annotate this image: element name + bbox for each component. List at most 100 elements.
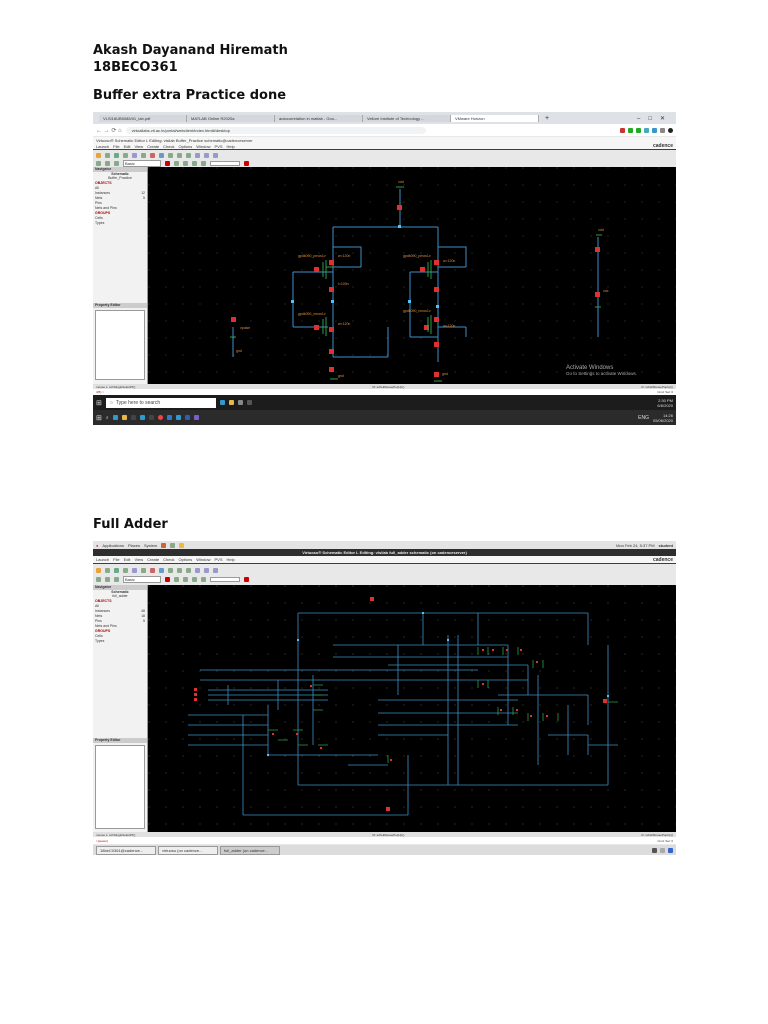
menu-help[interactable]: Help [227, 557, 235, 562]
menu-help[interactable]: Help [227, 144, 235, 149]
status-mouse-left: mouse L: schSingleSelectPt() [96, 832, 136, 837]
browser-tab-active[interactable]: VMware Horizon [451, 114, 539, 122]
extension-icons[interactable] [620, 127, 673, 133]
svg-text:w=120n: w=120n [443, 324, 455, 328]
redhat-icon: ● [96, 542, 99, 548]
search-field[interactable] [210, 160, 240, 166]
menu-check[interactable]: Check [163, 144, 174, 149]
buffer-screenshot: VLSI18UB5085/01_lab.pdf MATLAB Online R2… [93, 112, 676, 425]
property-editor-header: Property Editor [93, 738, 147, 743]
filter-combo[interactable]: Basic [123, 576, 161, 583]
window-title: Virtuoso® Schematic Editor L Editing: vl… [93, 549, 676, 556]
taskbar-search[interactable]: ○ Type here to search [105, 397, 216, 408]
menu-check[interactable]: Check [163, 557, 174, 562]
windows-start-icon[interactable]: ⊞ [96, 399, 102, 407]
menu-places[interactable]: Places [128, 543, 140, 548]
user-name[interactable]: student [659, 543, 673, 548]
menu-applications[interactable]: Applications [102, 543, 124, 548]
menu-pvs[interactable]: PVS [214, 144, 222, 149]
svg-text:gnd: gnd [338, 374, 344, 378]
browser-tab[interactable]: autocorrelation in matlab - Goo... [275, 114, 363, 122]
svg-text:gnd: gnd [236, 349, 242, 353]
menu-view[interactable]: View [134, 144, 143, 149]
taskbar-window-virtuoso[interactable]: virtuoso (on cadence... [158, 845, 218, 855]
menu-edit[interactable]: Edit [124, 144, 131, 149]
section-title-full-adder: Full Adder [93, 517, 168, 532]
clock-2[interactable]: 14:26 05/06/2020 [653, 413, 673, 423]
svg-text:gpdk090_nmos1v: gpdk090_nmos1v [403, 309, 431, 313]
svg-text:gnd: gnd [442, 372, 448, 376]
cmd-status: Cmd: Sel: 0 [657, 390, 673, 394]
menu-file[interactable]: File [113, 144, 119, 149]
svg-text:w=120n: w=120n [338, 254, 350, 258]
svg-text:vpulse: vpulse [240, 326, 250, 330]
menu-options[interactable]: Options [178, 557, 192, 562]
svg-text:vdd: vdd [398, 180, 404, 184]
cmd-prompt[interactable]: 4(5) > [96, 390, 104, 394]
status-mouse-right: R: schHiMousePopUp() [641, 832, 673, 837]
nav-item[interactable]: Types [93, 221, 147, 226]
clock-1[interactable]: 2:30 PM 6/6/2020 [657, 398, 673, 408]
toolbar-secondary[interactable]: Basic [93, 159, 676, 167]
menu-window[interactable]: Window [196, 144, 210, 149]
browser-tab[interactable]: VLSI18UB5085/01_lab.pdf [99, 114, 187, 122]
svg-text:vdc: vdc [603, 289, 609, 293]
status-mouse-middle: M: schHiMousePopUp() [372, 384, 405, 389]
taskbar-window-terminal[interactable]: 18beC0361@cadence... [96, 845, 156, 855]
browser-tab[interactable]: MATLAB Online R2020a [187, 114, 275, 122]
svg-text:w=120n: w=120n [338, 322, 350, 326]
roll-number: 18BECO361 [93, 60, 178, 75]
system-clock[interactable]: Mon Feb 24, 5:37 PM [616, 543, 654, 548]
menu-file[interactable]: File [113, 557, 119, 562]
full-adder-screenshot: ● Applications Places System Mon Feb 24, 5… [93, 541, 676, 855]
property-editor-header: Property Editor [93, 303, 147, 308]
nav-buttons-icon[interactable]: ← → ⟳ ⌂ [96, 127, 122, 134]
menu-launch[interactable]: Launch [96, 144, 109, 149]
property-editor-box[interactable] [95, 745, 145, 829]
author-name: Akash Dayanand Hiremath [93, 43, 288, 58]
property-editor-box[interactable] [95, 310, 145, 380]
menu-edit[interactable]: Edit [124, 557, 131, 562]
window-controls[interactable]: –□✕ [637, 115, 673, 122]
svg-text:gpdk090_pmos1v: gpdk090_pmos1v [403, 254, 431, 258]
menu-window[interactable]: Window [196, 557, 210, 562]
menu-create[interactable]: Create [147, 144, 159, 149]
activate-windows-watermark: Activate Windows Go to Settings to activa… [566, 365, 638, 376]
status-mouse-left: mouse L: schSingleSelectPt() [96, 384, 136, 389]
menu-view[interactable]: View [134, 557, 143, 562]
language-indicator[interactable]: ENG [638, 415, 649, 421]
schematic-canvas[interactable]: gpdk090_pmos1v w=120n l=100n gpdk090_pmos1… [148, 167, 676, 384]
schematic-canvas[interactable] [148, 585, 676, 832]
status-mouse-middle: M: schHiMousePopUp() [372, 832, 405, 837]
svg-text:l=100n: l=100n [338, 282, 349, 286]
cadence-logo: cadence [652, 556, 673, 563]
menu-launch[interactable]: Launch [96, 557, 109, 562]
toolbar-main[interactable] [93, 566, 676, 575]
menu-create[interactable]: Create [147, 557, 159, 562]
address-bar[interactable]: virtuallabs.vit.ac.in/portal/webclient/i… [125, 126, 426, 134]
menu-options[interactable]: Options [178, 144, 192, 149]
new-tab-icon[interactable]: + [545, 115, 549, 122]
navigator-panel: Navigator Schematic Buffer_Practice OBJE… [93, 167, 148, 384]
menu-pvs[interactable]: PVS [214, 557, 222, 562]
status-mouse-right: R: schHiMousePopUp() [641, 384, 673, 389]
browser-tab[interactable]: Vellore Institute of Technology ... [363, 114, 451, 122]
search-icon[interactable]: ⌕ [106, 415, 109, 421]
search-field[interactable] [210, 577, 240, 582]
taskbar-window-full-adder[interactable]: full_adder (on cadence... [220, 845, 280, 855]
filter-combo[interactable]: Basic [123, 159, 161, 167]
navigator-panel: Navigator Schematic full_adder OBJECTS A… [93, 585, 148, 832]
svg-text:gpdk090_pmos1v: gpdk090_pmos1v [298, 254, 326, 258]
svg-text:w=120n: w=120n [443, 259, 455, 263]
windows-start-icon-host[interactable]: ⊞ [96, 414, 102, 422]
menu-system[interactable]: System [144, 543, 157, 548]
cmd-status: Cmd: Sel: 0 [657, 838, 673, 843]
svg-text:vdd: vdd [598, 228, 604, 232]
toolbar-main[interactable] [93, 151, 676, 159]
section-title-buffer: Buffer extra Practice done [93, 88, 287, 103]
cmd-prompt[interactable]: >(power) [96, 839, 108, 843]
toolbar-secondary[interactable]: Basic [93, 575, 676, 584]
nav-item[interactable]: Types [93, 639, 147, 644]
svg-text:gpdk090_nmos1v: gpdk090_nmos1v [298, 312, 326, 316]
workspace-switcher[interactable] [652, 847, 673, 853]
